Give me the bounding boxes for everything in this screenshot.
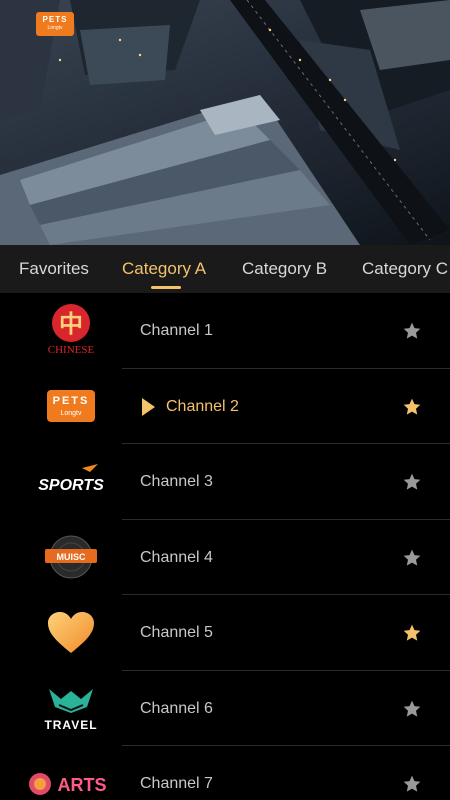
video-player[interactable]: PETS Longtv <box>0 0 450 245</box>
svg-text:MUISC: MUISC <box>57 552 87 562</box>
tab-favorites[interactable]: Favorites <box>19 245 89 293</box>
travel-logo: TRAVEL <box>22 671 120 746</box>
favorite-star-icon[interactable] <box>402 699 422 719</box>
category-tabs: Favorites Category A Category B Category… <box>0 245 450 293</box>
sports-logo: SPORTS <box>22 444 120 519</box>
arts-logo: ARTS <box>22 746 120 800</box>
channel-row-playing[interactable]: PETS Longtv Channel 2 <box>0 369 450 444</box>
chinese-channel-logo: 中 CHINESE <box>22 293 120 368</box>
svg-text:CHINESE: CHINESE <box>48 344 95 356</box>
channel-name: Channel 4 <box>140 548 213 566</box>
favorite-star-icon[interactable] <box>402 774 422 794</box>
svg-text:ARTS: ARTS <box>58 775 107 795</box>
heart-logo <box>22 595 120 670</box>
pets-longtv-logo: PETS Longtv <box>22 369 120 444</box>
favorite-star-icon[interactable] <box>402 472 422 492</box>
channel-row[interactable]: TRAVEL Channel 6 <box>0 671 450 746</box>
favorite-star-icon[interactable] <box>402 397 422 417</box>
channel-name: Channel 3 <box>140 473 213 490</box>
channel-name: Channel 1 <box>140 322 213 339</box>
channel-watermark-logo: PETS Longtv <box>36 12 74 36</box>
channel-name: Channel 2 <box>166 397 239 415</box>
favorite-star-icon[interactable] <box>402 321 422 341</box>
svg-text:TRAVEL: TRAVEL <box>44 718 97 732</box>
channel-row[interactable]: MUISC Channel 4 <box>0 520 450 595</box>
channel-row[interactable]: Channel 5 <box>0 595 450 671</box>
favorite-star-icon[interactable] <box>402 623 422 643</box>
channel-row[interactable]: SPORTS Channel 3 <box>0 444 450 520</box>
channel-row[interactable]: 中 CHINESE Channel 1 <box>0 293 450 369</box>
svg-text:SPORTS: SPORTS <box>38 477 104 494</box>
svg-text:中: 中 <box>59 309 83 338</box>
channel-name: Channel 6 <box>140 699 213 717</box>
channel-name: Channel 5 <box>140 624 213 641</box>
now-playing-icon <box>142 397 155 416</box>
channel-name: Channel 7 <box>140 775 213 792</box>
channel-list: 中 CHINESE Channel 1 PETS Longtv Channel … <box>0 293 450 800</box>
city-aerial-image <box>0 0 450 245</box>
channel-row[interactable]: ARTS Channel 7 <box>0 746 450 800</box>
tab-category-c[interactable]: Category C <box>362 245 448 293</box>
favorite-star-icon[interactable] <box>402 548 422 568</box>
music-tv-logo: MUISC <box>22 520 120 595</box>
active-tab-indicator <box>151 286 181 289</box>
tab-category-b[interactable]: Category B <box>242 245 327 293</box>
